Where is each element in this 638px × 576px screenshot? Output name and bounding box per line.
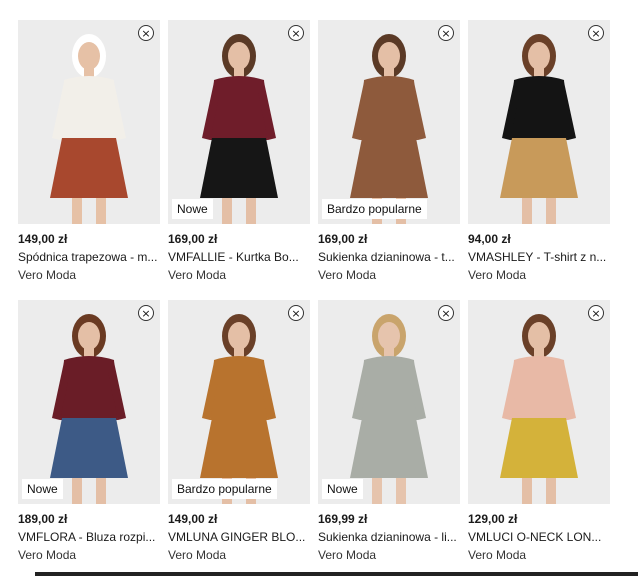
model-photo (18, 300, 160, 504)
product-image[interactable]: × Nowe (18, 300, 160, 504)
close-icon[interactable]: × (138, 25, 154, 41)
product-badge: Bardzo popularne (172, 479, 277, 499)
product-card[interactable]: × Nowe 189,00 zł VMFLORA - Bluza rozpi... Ve… (18, 300, 160, 564)
product-card[interactable]: × 129,00 zł VMLUCI O-NECK LON... Vero Moda (468, 300, 610, 564)
product-badge: Nowe (22, 479, 63, 499)
product-title[interactable]: Sukienka dzianinowa - t... (318, 250, 460, 264)
product-image[interactable]: × (468, 20, 610, 224)
product-price: 149,00 zł (18, 232, 68, 246)
product-badge: Nowe (322, 479, 363, 499)
product-image[interactable]: × Nowe (318, 300, 460, 504)
product-card[interactable]: × 94,00 zł VMASHLEY - T-shirt z n... Vero M… (468, 20, 610, 284)
product-image[interactable]: × Nowe (168, 20, 310, 224)
product-title[interactable]: Spódnica trapezowa - m... (18, 250, 160, 264)
product-price: 189,00 zł (18, 512, 68, 526)
model-photo (468, 300, 610, 504)
product-grid: × 149,00 zł Spódnica trapezowa - m... Vero … (18, 20, 610, 564)
product-brand: Vero Moda (318, 548, 377, 562)
product-title[interactable]: Sukienka dzianinowa - li... (318, 530, 460, 544)
product-price: 169,00 zł (318, 232, 368, 246)
product-card[interactable]: × Nowe 169,99 zł Sukienka dzianinowa - li..… (318, 300, 460, 564)
product-brand: Vero Moda (468, 548, 527, 562)
model-photo (18, 20, 160, 224)
product-image[interactable]: × (468, 300, 610, 504)
model-photo (318, 20, 460, 224)
product-brand: Vero Moda (168, 268, 227, 282)
product-brand: Vero Moda (18, 268, 77, 282)
product-brand: Vero Moda (18, 548, 77, 562)
product-title[interactable]: VMLUCI O-NECK LON... (468, 530, 610, 544)
close-icon[interactable]: × (438, 305, 454, 321)
close-icon[interactable]: × (588, 25, 604, 41)
product-card[interactable]: × 149,00 zł Spódnica trapezowa - m... Vero … (18, 20, 160, 284)
product-title[interactable]: VMLUNA GINGER BLO... (168, 530, 310, 544)
product-badge: Nowe (172, 199, 213, 219)
product-price: 169,00 zł (168, 232, 218, 246)
product-card[interactable]: × Bardzo popularne 149,00 zł VMLUNA GINGER … (168, 300, 310, 564)
product-brand: Vero Moda (468, 268, 527, 282)
product-title[interactable]: VMFALLIE - Kurtka Bo... (168, 250, 310, 264)
product-image[interactable]: × Bardzo popularne (168, 300, 310, 504)
product-price: 129,00 zł (468, 512, 518, 526)
product-card[interactable]: × Nowe 169,00 zł VMFALLIE - Kurtka Bo... Ver… (168, 20, 310, 284)
product-title[interactable]: VMASHLEY - T-shirt z n... (468, 250, 610, 264)
close-icon[interactable]: × (138, 305, 154, 321)
product-price: 169,99 zł (318, 512, 368, 526)
product-image[interactable]: × Bardzo popularne (318, 20, 460, 224)
model-photo (168, 300, 310, 504)
product-title[interactable]: VMFLORA - Bluza rozpi... (18, 530, 160, 544)
product-badge: Bardzo popularne (322, 199, 427, 219)
close-icon[interactable]: × (288, 305, 304, 321)
close-icon[interactable]: × (588, 305, 604, 321)
product-price: 94,00 zł (468, 232, 511, 246)
close-icon[interactable]: × (288, 25, 304, 41)
model-photo (168, 20, 310, 224)
model-photo (468, 20, 610, 224)
close-icon[interactable]: × (438, 25, 454, 41)
bottom-divider (35, 572, 638, 576)
product-price: 149,00 zł (168, 512, 218, 526)
product-brand: Vero Moda (318, 268, 377, 282)
product-image[interactable]: × (18, 20, 160, 224)
product-card[interactable]: × Bardzo popularne 169,00 zł Sukienka dzian… (318, 20, 460, 284)
model-photo (318, 300, 460, 504)
product-brand: Vero Moda (168, 548, 227, 562)
